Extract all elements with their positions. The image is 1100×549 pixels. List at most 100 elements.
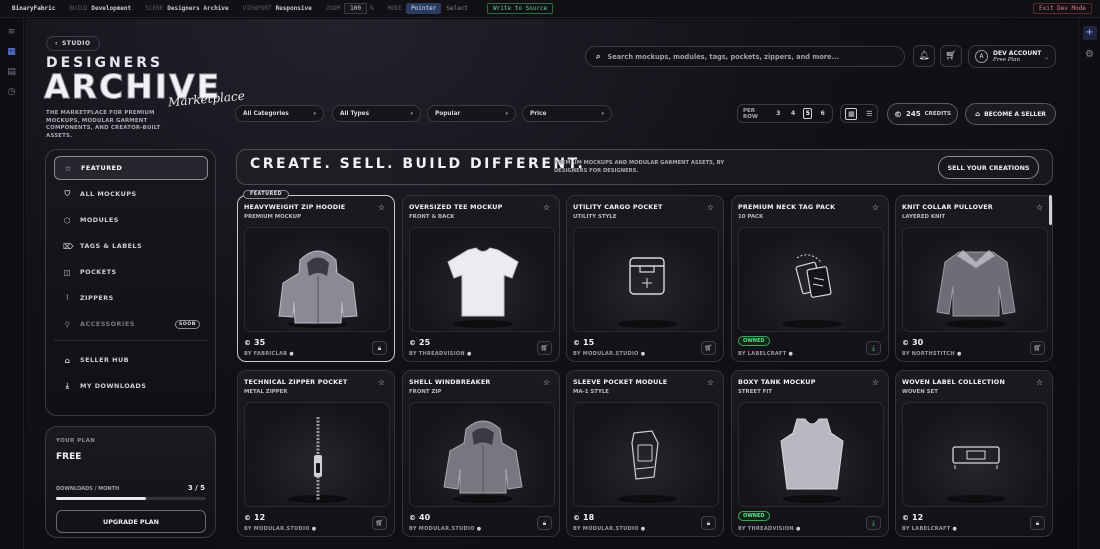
card-creator[interactable]: BY THREADVISION ● xyxy=(738,526,801,532)
card-price-value: 18 xyxy=(583,513,595,522)
card-creator[interactable]: BY MODULAR.STUDIO ● xyxy=(573,351,645,357)
product-card[interactable]: SHELL WINDBREAKER FRONT ZIP ☆ 🔒︎VISUAL DESI… xyxy=(402,370,560,537)
sidebar-item-all-mockups[interactable]: ⛉ ALL MOCKUPS xyxy=(54,182,208,206)
card-image[interactable]: 🔒︎DESIGNER PLAN xyxy=(573,402,719,507)
card-creator[interactable]: BY FABRICLAB ● xyxy=(244,351,294,357)
grid-icon[interactable]: ▦ xyxy=(6,46,18,58)
mode-select-button[interactable]: Select xyxy=(441,3,473,14)
list-view-icon[interactable]: ☰ xyxy=(866,110,872,118)
card-creator[interactable]: BY LABELCRAFT ● xyxy=(902,526,957,532)
plus-icon[interactable]: + xyxy=(1082,26,1097,40)
sidebar-item-label: ZIPPERS xyxy=(80,294,114,302)
card-image[interactable] xyxy=(902,227,1048,332)
favorite-star-icon[interactable]: ☆ xyxy=(707,378,714,387)
card-creator[interactable]: BY MODULAR.STUDIO ● xyxy=(409,526,481,532)
favorite-star-icon[interactable]: ☆ xyxy=(543,378,550,387)
card-creator[interactable]: BY LABELCRAFT ● xyxy=(738,351,793,357)
sidebar-item-pockets[interactable]: ◫ POCKETS xyxy=(54,260,208,284)
add-to-cart-button[interactable]: 🛒︎ xyxy=(537,341,552,355)
favorite-star-icon[interactable]: ☆ xyxy=(872,378,879,387)
product-card[interactable]: FEATURED HEAVYWEIGHT ZIP HOODIE PREMIUM MO… xyxy=(237,190,395,362)
calendar-icon[interactable]: ▤ xyxy=(6,66,18,78)
card-creator-name: BY THREADVISION xyxy=(409,351,465,357)
settings-icon[interactable]: ⚙ xyxy=(1083,48,1097,62)
locked-button[interactable]: 🔒︎ xyxy=(372,341,387,355)
viewport-key: VIEWPORT xyxy=(242,5,272,12)
verified-icon: ● xyxy=(640,351,646,357)
locked-button[interactable]: 🔒︎ xyxy=(537,516,552,530)
lock-icon: 🔒︎ xyxy=(542,518,547,527)
product-card[interactable]: UTILITY CARGO POCKET UTILITY STYLE ☆ © 15 BY … xyxy=(566,195,724,362)
product-card[interactable]: OVERSIZED TEE MOCKUP FRONT & BACK ☆ © 25 BY T… xyxy=(402,195,560,362)
grid-view-icon[interactable]: ▦ xyxy=(845,107,858,120)
product-card[interactable]: TECHNICAL ZIPPER POCKET METAL ZIPPER ☆ © 12 B… xyxy=(237,370,395,537)
card-image[interactable] xyxy=(409,227,555,332)
account-menu[interactable]: A DEV ACCOUNT Free Plan ⌄ xyxy=(968,45,1056,68)
coin-icon: © xyxy=(244,338,251,347)
card-image[interactable] xyxy=(738,402,884,507)
upgrade-plan-button[interactable]: UPGRADE PLAN xyxy=(56,510,206,533)
product-card[interactable]: KNIT COLLAR PULLOVER LAYERED KNIT ☆ © 30 BY N… xyxy=(895,195,1053,362)
card-image[interactable] xyxy=(244,402,390,507)
card-subtitle: METAL ZIPPER xyxy=(244,389,288,395)
write-to-source-button[interactable]: Write to Source xyxy=(487,3,554,14)
sidebar-item-featured[interactable]: ☆ FEATURED xyxy=(54,156,208,180)
per-row-option[interactable]: 4 xyxy=(789,110,798,117)
favorite-star-icon[interactable]: ☆ xyxy=(707,203,714,212)
per-row-option[interactable]: 6 xyxy=(818,110,827,117)
credits-button[interactable]: © 245 CREDITS xyxy=(887,103,958,125)
type-filter[interactable]: All Types ▾ xyxy=(332,105,421,122)
download-button[interactable]: ⤓ xyxy=(866,516,881,530)
card-creator[interactable]: BY THREADVISION ● xyxy=(409,351,472,357)
zoom-input[interactable]: 100 xyxy=(344,3,367,14)
add-to-cart-button[interactable]: 🛒︎ xyxy=(1030,341,1045,355)
price-filter[interactable]: Price ▾ xyxy=(522,105,612,122)
favorite-star-icon[interactable]: ☆ xyxy=(378,378,385,387)
sell-your-creations-button[interactable]: SELL YOUR CREATIONS xyxy=(938,156,1039,179)
become-seller-button[interactable]: ⌂ BECOME A SELLER xyxy=(965,103,1056,125)
card-creator[interactable]: BY NORTHSTITCH ● xyxy=(902,351,962,357)
cart-button[interactable]: 🛒︎ xyxy=(940,45,962,67)
per-row-option-selected[interactable]: 5 xyxy=(803,108,813,119)
add-to-cart-button[interactable]: 🛒︎ xyxy=(701,341,716,355)
sidebar-item-modules[interactable]: ⬡ MODULES xyxy=(54,208,208,232)
favorite-star-icon[interactable]: ☆ xyxy=(1036,378,1043,387)
card-creator[interactable]: BY MODULAR.STUDIO ● xyxy=(573,526,645,532)
product-card[interactable]: SLEEVE POCKET MODULE MA-1 STYLE ☆ 🔒︎DESIGNE… xyxy=(566,370,724,537)
card-image[interactable]: 🔒︎DESIGNER PLAN xyxy=(902,402,1048,507)
sidebar-item-seller-hub[interactable]: ⌂ SELLER HUB xyxy=(54,348,208,372)
mode-pointer-button[interactable]: Pointer xyxy=(406,3,442,14)
favorite-star-icon[interactable]: ☆ xyxy=(872,203,879,212)
favorite-star-icon[interactable]: ☆ xyxy=(543,203,550,212)
card-image[interactable] xyxy=(573,227,719,332)
zipper-illustration xyxy=(288,417,348,503)
download-button[interactable]: ⤓ xyxy=(866,341,881,355)
sidebar-item-tags-labels[interactable]: ⌦ TAGS & LABELS xyxy=(54,234,208,258)
card-creator[interactable]: BY MODULAR.STUDIO ● xyxy=(244,526,316,532)
viewport-value[interactable]: Responsive xyxy=(276,5,312,12)
card-price-value: 15 xyxy=(583,338,595,347)
exit-dev-mode-button[interactable]: Exit Dev Mode xyxy=(1033,3,1092,14)
add-to-cart-button[interactable]: 🛒︎ xyxy=(372,516,387,530)
menu-icon[interactable]: ≡ xyxy=(6,26,18,38)
favorite-star-icon[interactable]: ☆ xyxy=(1036,203,1043,212)
card-image[interactable] xyxy=(738,227,884,332)
scrollbar[interactable] xyxy=(1049,195,1052,225)
locked-button[interactable]: 🔒︎ xyxy=(1030,516,1045,530)
back-to-studio-button[interactable]: ‹ STUDIO xyxy=(46,36,100,51)
sidebar-item-zippers[interactable]: ⫶ ZIPPERS xyxy=(54,286,208,310)
category-filter[interactable]: All Categories ▾ xyxy=(235,105,324,122)
product-card[interactable]: WOVEN LABEL COLLECTION WOVEN SET ☆ 🔒︎DESIGN… xyxy=(895,370,1053,537)
search-input[interactable]: ⌕ Search mockups, modules, tags, pockets… xyxy=(585,46,905,67)
product-card[interactable]: PREMIUM NECK TAG PACK 10 PACK ☆ OWNED BY LAB… xyxy=(731,195,889,362)
sidebar-item-my-downloads[interactable]: ⤓ MY DOWNLOADS xyxy=(54,374,208,398)
sort-filter[interactable]: Popular ▾ xyxy=(427,105,516,122)
card-image[interactable]: 🔒︎VISUAL DESIGNER PLAN xyxy=(409,402,555,507)
clock-icon[interactable]: ◷ xyxy=(6,86,18,98)
product-card[interactable]: BOXY TANK MOCKUP STREET FIT ☆ OWNED BY THREA… xyxy=(731,370,889,537)
per-row-option[interactable]: 3 xyxy=(774,110,783,117)
favorite-star-icon[interactable]: ☆ xyxy=(378,203,385,212)
card-image[interactable]: 🔒︎DESIGNER PLAN xyxy=(244,227,390,332)
locked-button[interactable]: 🔒︎ xyxy=(701,516,716,530)
notifications-button[interactable]: 🔔︎ xyxy=(913,45,935,67)
